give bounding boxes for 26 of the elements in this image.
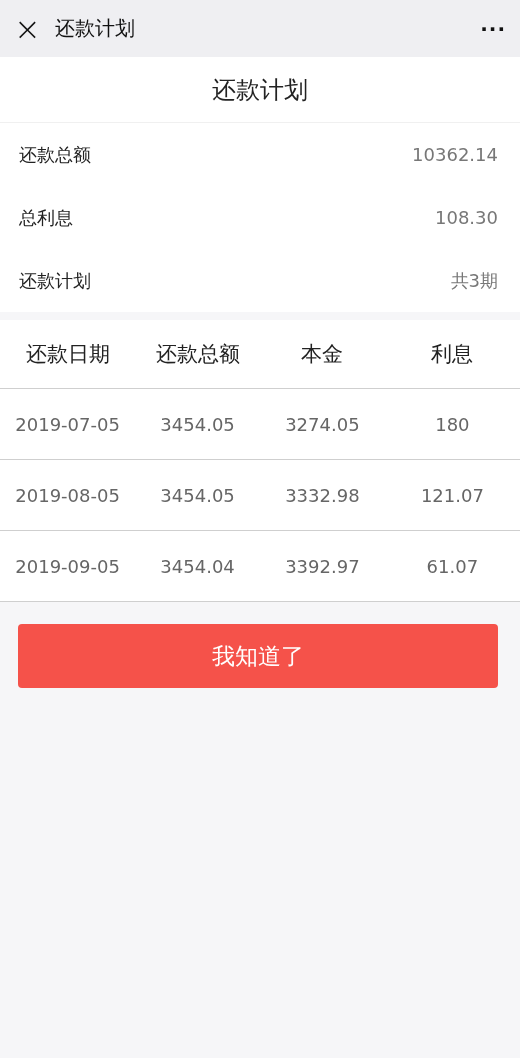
summary-label: 总利息 [19,205,73,230]
table-cell-text: 3332.98 [284,484,361,506]
table-cell-text: 180 [434,413,471,435]
table-cell-text: 3454.05 [159,484,236,506]
more-button[interactable]: ··· [480,16,506,41]
table-cell-text: 3454.04 [159,555,236,577]
table-cell-text: 61.07 [425,555,480,577]
table-cell-text: 2019-09-05 [14,555,121,577]
table-cell-text: 3392.97 [284,555,361,577]
table-cell-text: 3454.05 [159,413,236,435]
table-cell-text: 2019-07-05 [14,413,121,435]
column-header: 还款日期 [24,341,111,368]
close-button[interactable]: × [14,12,41,45]
summary-value: 10362.14 [412,144,498,165]
table-cell-text: 121.07 [419,484,485,506]
column-header: 利息 [430,341,475,368]
summary-label: 还款总额 [19,142,91,167]
column-header: 本金 [300,341,345,368]
page-title: 还款计划 [0,57,520,123]
table-cell-text: 3274.05 [284,413,361,435]
summary-label: 还款计划 [19,268,91,293]
summary-value: 108.30 [435,207,498,228]
nav-title: 还款计划 [54,15,136,42]
column-header: 还款总额 [154,341,241,368]
summary-value: 共3期 [450,268,498,293]
table-cell-text: 2019-08-05 [14,484,121,506]
